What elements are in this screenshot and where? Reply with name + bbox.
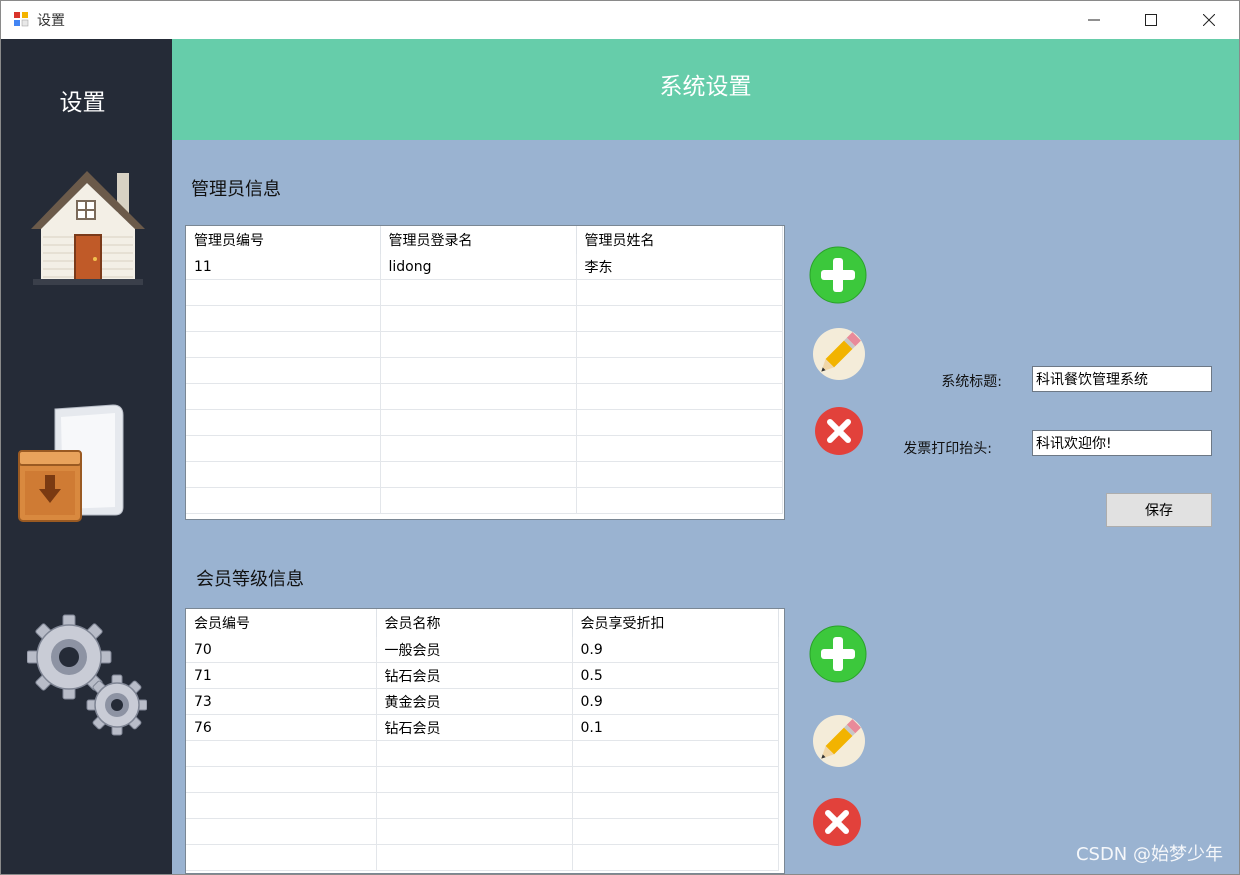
admin-section-label: 管理员信息 bbox=[191, 179, 281, 200]
watermark: CSDN @始梦少年 bbox=[1075, 844, 1223, 865]
member-header-row: 会员编号 会员名称 会员享受折扣 bbox=[186, 609, 779, 637]
member-col-discount[interactable]: 会员享受折扣 bbox=[572, 609, 779, 637]
page-header: 系统设置 bbox=[172, 39, 1239, 140]
add-member-button[interactable] bbox=[809, 625, 867, 683]
gears-icon[interactable] bbox=[27, 613, 147, 737]
empty-row bbox=[186, 435, 783, 462]
member-cell-name[interactable]: 钻石会员 bbox=[376, 662, 573, 689]
member-cell-discount[interactable]: 0.9 bbox=[572, 688, 779, 715]
member-cell-name[interactable]: 黄金会员 bbox=[376, 688, 573, 715]
empty-row bbox=[186, 766, 779, 793]
close-button[interactable] bbox=[1180, 1, 1238, 39]
member-cell-id[interactable]: 73 bbox=[186, 688, 377, 715]
minimize-icon bbox=[1088, 19, 1100, 21]
member-col-name[interactable]: 会员名称 bbox=[376, 609, 573, 637]
admin-cell-id[interactable]: 11 bbox=[186, 254, 381, 280]
empty-row bbox=[186, 331, 783, 358]
member-cell-discount[interactable]: 0.9 bbox=[572, 637, 779, 663]
delete-admin-button[interactable] bbox=[814, 406, 864, 456]
admin-col-name[interactable]: 管理员姓名 bbox=[576, 226, 783, 254]
table-row[interactable]: 73 黄金会员 0.9 bbox=[186, 688, 779, 715]
save-button[interactable]: 保存 bbox=[1106, 493, 1212, 527]
member-cell-name[interactable]: 一般会员 bbox=[376, 637, 573, 663]
empty-row bbox=[186, 357, 783, 384]
maximize-button[interactable] bbox=[1122, 1, 1180, 39]
member-table: 会员编号 会员名称 会员享受折扣 70 一般会员 0.9 71 钻石会员 0.5 bbox=[186, 609, 779, 871]
empty-row bbox=[186, 792, 779, 819]
system-title-label: 系统标题: bbox=[941, 374, 1002, 390]
empty-row bbox=[186, 305, 783, 332]
table-row[interactable]: 76 钻石会员 0.1 bbox=[186, 714, 779, 741]
member-cell-id[interactable]: 76 bbox=[186, 714, 377, 741]
table-row[interactable]: 71 钻石会员 0.5 bbox=[186, 662, 779, 689]
title-bar: 设置 bbox=[1, 1, 1239, 39]
table-row[interactable]: 11 lidong 李东 bbox=[186, 254, 783, 280]
admin-cell-name[interactable]: 李东 bbox=[576, 254, 783, 280]
add-admin-button[interactable] bbox=[809, 246, 867, 304]
page-title: 系统设置 bbox=[659, 74, 752, 100]
sidebar: 设置 bbox=[1, 39, 172, 874]
maximize-icon bbox=[1145, 14, 1157, 26]
edit-admin-button[interactable] bbox=[812, 327, 866, 381]
empty-row bbox=[186, 818, 779, 845]
minimize-button[interactable] bbox=[1065, 1, 1123, 39]
admin-col-id[interactable]: 管理员编号 bbox=[186, 226, 381, 254]
edit-member-button[interactable] bbox=[812, 714, 866, 768]
empty-row bbox=[186, 487, 783, 514]
invoice-header-input[interactable] bbox=[1032, 430, 1212, 456]
empty-row bbox=[186, 409, 783, 436]
settings-window: 设置 设置 系统设置 管理员信息 管理员编号 管理员登录名 管理员姓名 11 l… bbox=[0, 0, 1240, 875]
admin-header-row: 管理员编号 管理员登录名 管理员姓名 bbox=[186, 226, 783, 254]
table-row[interactable]: 70 一般会员 0.9 bbox=[186, 637, 779, 663]
member-grid[interactable]: 会员编号 会员名称 会员享受折扣 70 一般会员 0.9 71 钻石会员 0.5 bbox=[185, 608, 785, 874]
window-title: 设置 bbox=[37, 13, 65, 29]
member-cell-discount[interactable]: 0.5 bbox=[572, 662, 779, 689]
admin-grid[interactable]: 管理员编号 管理员登录名 管理员姓名 11 lidong 李东 bbox=[185, 225, 785, 520]
sidebar-title: 设置 bbox=[59, 90, 106, 116]
member-col-id[interactable]: 会员编号 bbox=[186, 609, 377, 637]
member-cell-name[interactable]: 钻石会员 bbox=[376, 714, 573, 741]
member-section-label: 会员等级信息 bbox=[196, 569, 304, 590]
member-cell-discount[interactable]: 0.1 bbox=[572, 714, 779, 741]
empty-row bbox=[186, 844, 779, 871]
house-icon[interactable] bbox=[29, 167, 147, 287]
admin-cell-login[interactable]: lidong bbox=[380, 254, 577, 280]
empty-row bbox=[186, 740, 779, 767]
empty-row bbox=[186, 383, 783, 410]
close-icon bbox=[1203, 14, 1215, 26]
system-title-input[interactable] bbox=[1032, 366, 1212, 392]
empty-row bbox=[186, 279, 783, 306]
empty-row bbox=[186, 461, 783, 488]
member-cell-id[interactable]: 70 bbox=[186, 637, 377, 663]
archive-box-icon[interactable] bbox=[17, 403, 139, 527]
delete-member-button[interactable] bbox=[812, 797, 862, 847]
content-panel: 管理员信息 管理员编号 管理员登录名 管理员姓名 11 lidong 李东 会员… bbox=[172, 140, 1239, 874]
admin-col-login[interactable]: 管理员登录名 bbox=[380, 226, 577, 254]
app-icon bbox=[14, 12, 29, 27]
admin-table: 管理员编号 管理员登录名 管理员姓名 11 lidong 李东 bbox=[186, 226, 783, 514]
invoice-header-label: 发票打印抬头: bbox=[903, 441, 992, 457]
member-cell-id[interactable]: 71 bbox=[186, 662, 377, 689]
